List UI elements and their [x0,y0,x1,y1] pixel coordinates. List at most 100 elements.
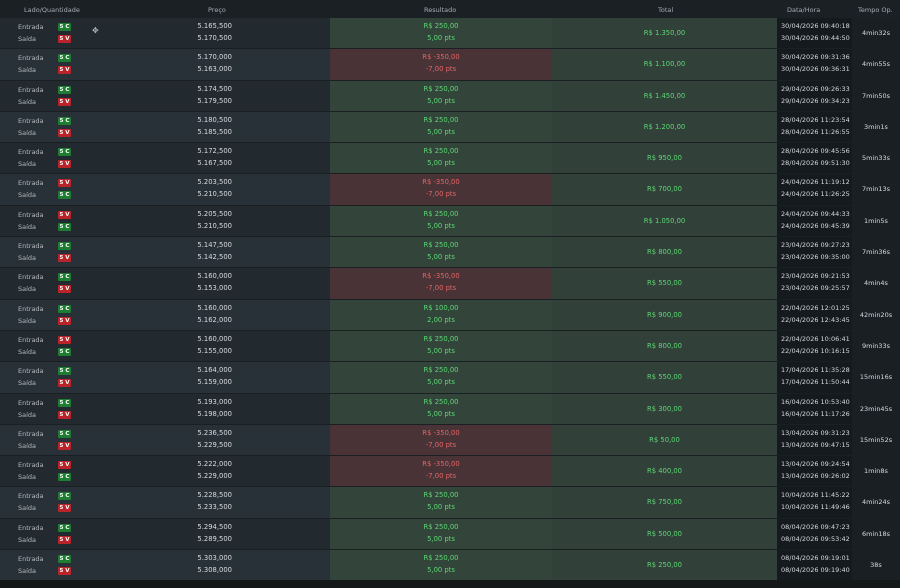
total-value: R$ 1.050,00 [643,216,686,225]
duration-cell: 15min52s [852,424,900,456]
entry-price: 5.170,000 [197,53,232,62]
entry-time: 28/04/2026 11:23:54 [781,115,850,124]
table-row[interactable]: Entrada Saída 5 C 5 V 5.303,000 5.308,00… [0,550,900,582]
entry-time: 08/04/2026 09:47:23 [781,522,850,531]
total-cell: R$ 750,00 [552,487,777,518]
result-points: 5,00 pts [427,221,455,230]
entry-side-badge: 5 V [58,335,71,344]
header-datetime[interactable]: Data/Hora [787,6,820,14]
duration-value: 4min4s [864,279,888,288]
duration-cell: 1min8s [852,456,900,487]
price-cell: 5.160,000 5.162,000 [130,300,330,330]
table-row[interactable]: Entrada Saída 5 V 5 C 5.160,000 5.155,00… [0,330,900,363]
total-cell: R$ 800,00 [552,330,777,362]
table-row[interactable]: Entrada Saída 5 C 5 V 5.164,000 5.159,00… [0,362,900,394]
exit-side-badge: 5 C [58,347,71,356]
result-cell: R$ 250,00 5,00 pts [330,550,552,581]
entry-side-badge: 5 C [58,242,71,251]
entry-price: 5.174,500 [197,84,232,93]
table-row[interactable]: Entrada Saída 5 C 5 V 5.180,500 5.185,50… [0,111,900,144]
table-row[interactable]: Entrada Saída 5 C 5 V 5.174,500 5.179,50… [0,80,900,112]
result-points: 5,00 pts [427,96,455,105]
exit-time: 29/04/2026 09:34:23 [781,96,850,105]
result-cell: R$ 250,00 5,00 pts [330,18,552,49]
header-price[interactable]: Preço [208,6,226,14]
exit-side-badge: 5 V [58,35,71,43]
entry-label: Entrada [18,116,44,125]
header-side[interactable]: Lado/Quantidade [24,6,80,14]
exit-price: 5.155,000 [197,346,232,355]
duration-cell: 4min24s [852,487,900,518]
entry-side-badge: 5 C [58,492,71,501]
result-value: R$ 250,00 [423,209,459,218]
entry-label: Entrada [18,179,44,188]
side-cell: Entrada Saída 5 C 5 V [0,300,130,330]
exit-time: 24/04/2026 09:45:39 [781,221,850,230]
exit-side-badge: 5 V [58,567,71,576]
entry-price: 5.160,000 [197,272,232,281]
move-cursor-icon: ✥ [92,26,99,35]
result-value: R$ 250,00 [423,397,459,406]
side-cell: Entrada Saída 5 C 5 V [0,519,130,549]
table-row[interactable]: Entrada Saída 5 V 5 C 5.222,000 5.229,00… [0,456,900,488]
table-row[interactable]: Entrada Saída 5 V 5 C 5.205,500 5.210,50… [0,205,900,238]
exit-side-badge: 5 V [58,160,71,169]
side-cell: Entrada Saída 5 C 5 V [0,143,130,173]
entry-side-badge: 5 C [58,148,71,157]
header-duration[interactable]: Tempo Op. [858,6,893,14]
table-row[interactable]: Entrada Saída 5 V 5 C 5.203,500 5.210,50… [0,174,900,206]
exit-time: 23/04/2026 09:35:00 [781,253,850,262]
table-row[interactable]: Entrada Saída 5 C 5 V 5.160,000 5.162,00… [0,299,900,331]
header-result[interactable]: Resultado [424,6,456,14]
exit-label: Saída [18,504,37,513]
duration-cell: 4min55s [852,49,900,80]
entry-side-badge: 5 C [58,429,71,438]
datetime-cell: 17/04/2026 11:35:28 17/04/2026 11:50:44 [777,362,852,393]
exit-label: Saída [18,316,37,325]
side-cell: Entrada Saída 5 V 5 C [0,174,130,204]
table-row[interactable]: Entrada Saída 5 C 5 V 5.193,000 5.198,00… [0,393,900,425]
entry-time: 30/04/2026 09:31:36 [781,53,850,62]
table-row[interactable]: Entrada Saída 5 C 5 V 5.165,500 5.170,50… [0,18,900,50]
table-row[interactable]: Entrada Saída 5 C 5 V 5.172,500 5.167,50… [0,143,900,175]
entry-time: 23/04/2026 09:21:53 [781,272,850,281]
entry-label: Entrada [18,461,44,470]
total-value: R$ 250,00 [647,561,682,570]
result-value: R$ -350,00 [422,460,460,469]
entry-price: 5.193,000 [197,397,232,406]
datetime-cell: 10/04/2026 11:45:22 10/04/2026 11:49:46 [777,487,852,518]
result-points: 5,00 pts [427,346,455,355]
footer-bar [0,580,900,588]
datetime-cell: 23/04/2026 09:27:23 23/04/2026 09:35:00 [777,237,852,268]
duration-value: 9min33s [861,341,891,350]
trades-table: Entrada Saída 5 C 5 V 5.165,500 5.170,50… [0,18,900,582]
entry-price: 5.236,500 [197,428,232,437]
entry-label: Entrada [18,555,44,564]
exit-price: 5.233,500 [197,503,232,512]
entry-label: Entrada [18,304,44,313]
duration-value: 6min18s [861,529,891,538]
datetime-cell: 08/04/2026 09:47:23 08/04/2026 09:53:42 [777,518,852,550]
result-points: -7,00 pts [425,284,457,293]
table-row[interactable]: Entrada Saída 5 C 5 V 5.294,500 5.289,50… [0,518,900,551]
exit-label: Saída [18,128,37,137]
result-points: -7,00 pts [425,440,457,449]
table-row[interactable]: Entrada Saída 5 C 5 V 5.228,500 5.233,50… [0,487,900,519]
exit-price: 5.170,500 [197,34,232,42]
result-value: R$ -350,00 [422,428,460,437]
table-row[interactable]: Entrada Saída 5 C 5 V 5.236,500 5.229,50… [0,424,900,457]
entry-label: Entrada [18,210,44,219]
table-row[interactable]: Entrada Saída 5 C 5 V 5.160,000 5.153,00… [0,268,900,300]
table-header: Lado/Quantidade Preço Resultado Total Da… [0,0,900,19]
price-cell: 5.236,500 5.229,500 [130,425,330,455]
table-row[interactable]: Entrada Saída 5 C 5 V 5.147,500 5.142,50… [0,237,900,269]
price-cell: 5.160,000 5.153,000 [130,268,330,298]
entry-side-badge: 5 C [58,304,71,313]
result-points: 5,00 pts [427,378,455,387]
total-value: R$ 1.200,00 [643,122,686,131]
exit-side-badge: 5 V [58,379,71,388]
header-total[interactable]: Total [658,6,673,14]
table-row[interactable]: Entrada Saída 5 C 5 V 5.170,000 5.163,00… [0,49,900,81]
entry-time: 22/04/2026 10:06:41 [781,334,850,343]
entry-price: 5.172,500 [197,147,232,156]
